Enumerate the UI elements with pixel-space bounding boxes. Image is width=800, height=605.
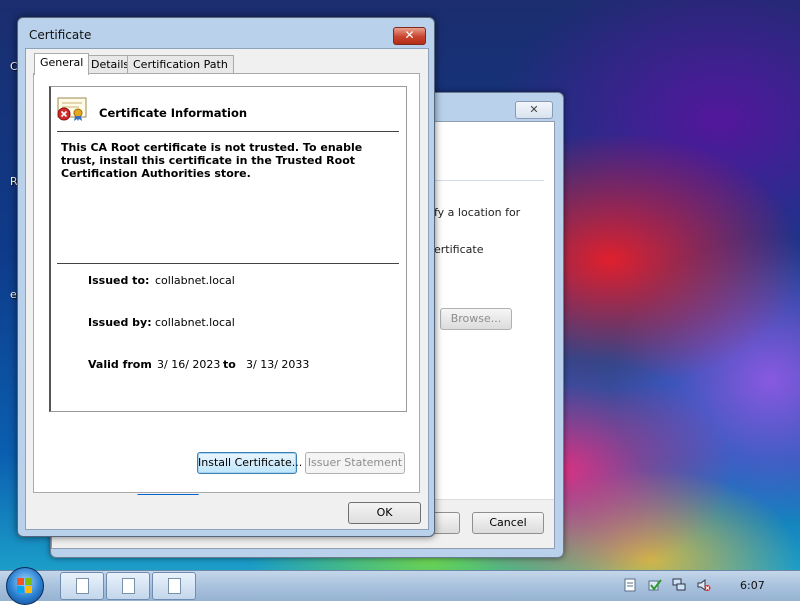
background-close-button[interactable]: ✕ (515, 101, 553, 119)
browse-button[interactable]: Browse... (440, 308, 512, 330)
document-icon (122, 578, 135, 594)
valid-to-label: to (223, 358, 236, 371)
certificate-info-title: Certificate Information (99, 106, 248, 120)
speaker-muted-icon[interactable] (697, 578, 711, 592)
issued-by-label: Issued by: (88, 316, 152, 329)
taskbar-item[interactable] (60, 572, 104, 600)
background-text: fy a location for (434, 206, 521, 219)
certificate-info-box: Certificate Information This CA Root cer… (49, 86, 407, 412)
issued-to-label: Issued to: (88, 274, 150, 287)
checkmark-icon[interactable] (648, 578, 662, 592)
trust-warning-message: This CA Root certificate is not trusted.… (61, 141, 363, 180)
window-title: Certificate (29, 28, 92, 42)
tab-certification-path[interactable]: Certification Path (127, 55, 234, 74)
ok-button[interactable]: OK (348, 502, 421, 524)
valid-from-value: 3/ 16/ 2023 (157, 358, 221, 371)
valid-to-value: 3/ 13/ 2033 (246, 358, 310, 371)
windows-logo-icon (17, 578, 33, 594)
clipboard-icon[interactable] (623, 578, 637, 592)
background-text: ertificate (434, 243, 484, 256)
divider (57, 131, 399, 132)
taskbar: 6:07 (0, 567, 800, 605)
issuer-statement-button[interactable]: Issuer Statement (305, 452, 405, 474)
close-button[interactable]: ✕ (393, 27, 426, 45)
issued-to-value: collabnet.local (155, 274, 235, 287)
divider (434, 180, 544, 181)
general-tab-panel: Certificate Information This CA Root cer… (33, 73, 420, 493)
taskbar-item[interactable] (152, 572, 196, 600)
desktop-icon-label[interactable]: e (10, 288, 17, 301)
certificate-error-icon (57, 97, 87, 121)
install-certificate-button[interactable]: Install Certificate... (197, 452, 302, 474)
network-icon[interactable] (672, 578, 686, 592)
window-body: General Details Certification Path Certi… (25, 48, 429, 530)
clock[interactable]: 6:07 (740, 579, 765, 592)
taskbar-item[interactable] (106, 572, 150, 600)
start-button[interactable] (6, 567, 44, 605)
document-icon (76, 578, 89, 594)
certificate-window: Certificate ✕ General Details Certificat… (17, 17, 435, 537)
issued-by-value: collabnet.local (155, 316, 235, 329)
tab-general[interactable]: General (34, 53, 90, 75)
document-icon (168, 578, 181, 594)
divider (57, 263, 399, 264)
cancel-button[interactable]: Cancel (472, 512, 544, 534)
valid-from-label: Valid from (88, 358, 152, 371)
